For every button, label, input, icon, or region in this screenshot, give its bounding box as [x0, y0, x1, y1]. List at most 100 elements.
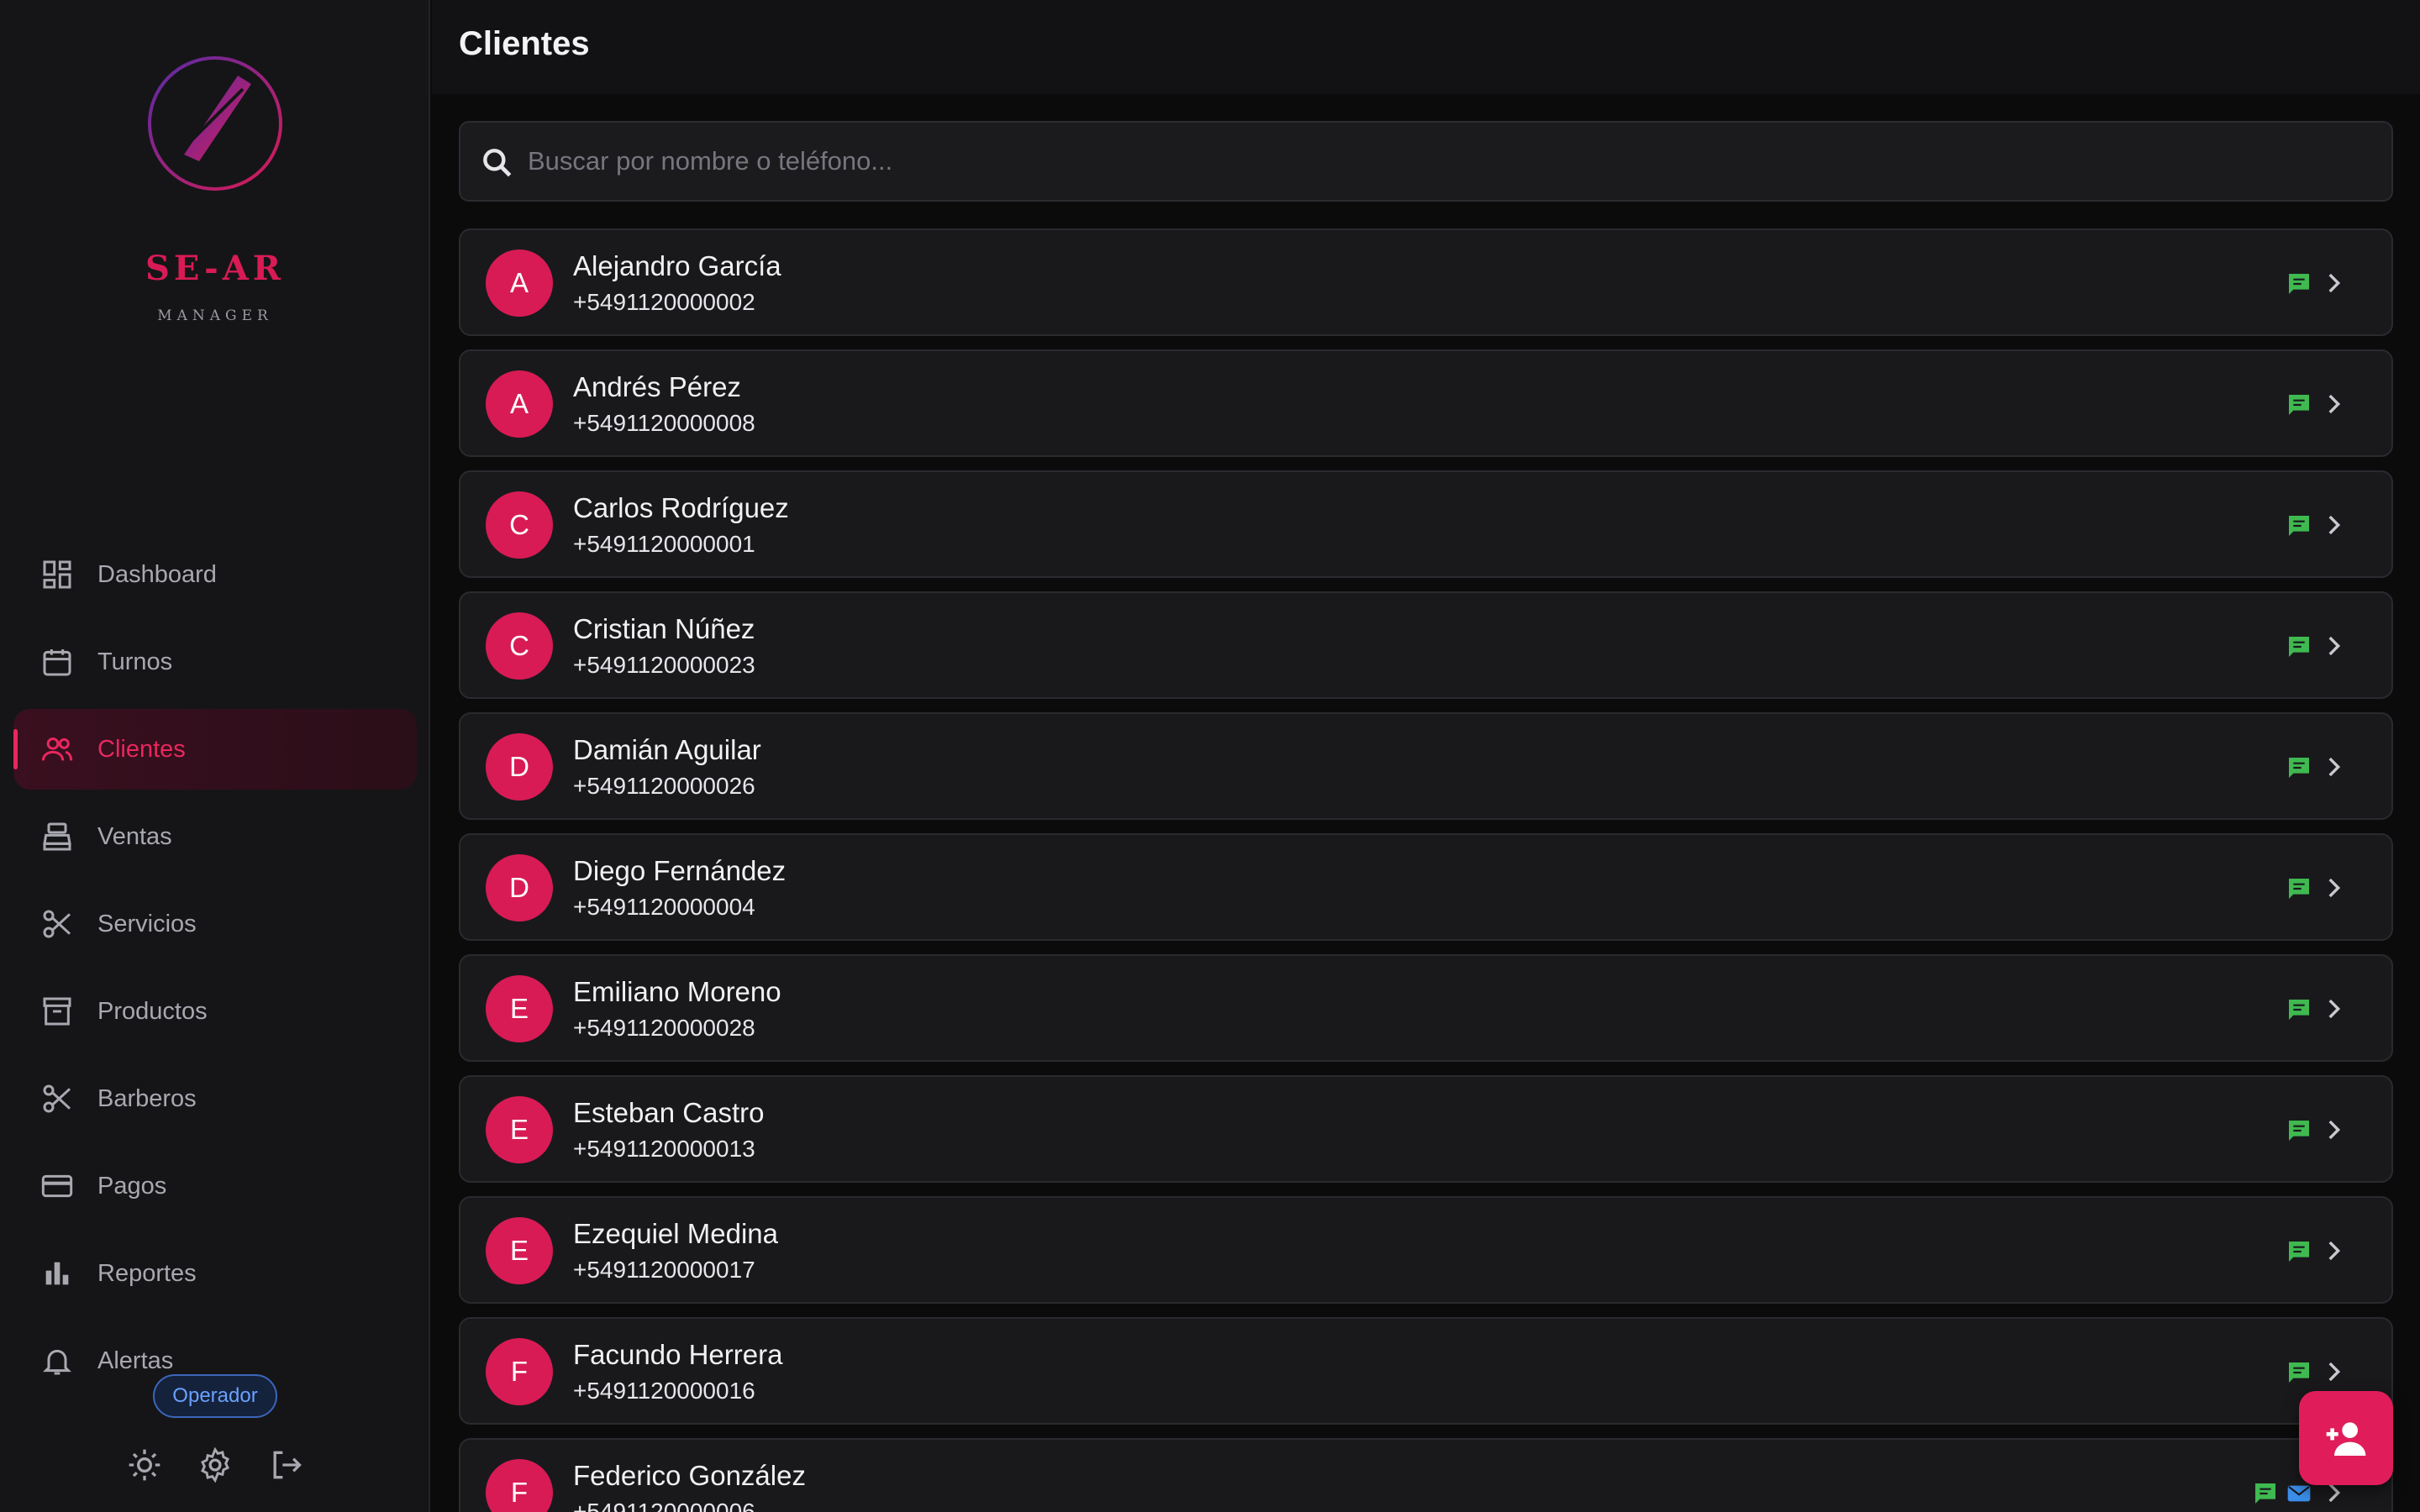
client-row[interactable]: F Federico González +5491120000006 [459, 1438, 2393, 1512]
whatsapp-message-icon[interactable] [2286, 875, 2312, 902]
client-name: Cristian Núñez [573, 613, 755, 644]
credit-card-icon [41, 1174, 73, 1198]
avatar: E [486, 975, 553, 1042]
search-bar [459, 121, 2393, 202]
sidebar-item-productos[interactable]: Productos [13, 971, 417, 1052]
chevron-right-icon [2328, 394, 2341, 414]
whatsapp-message-icon[interactable] [2286, 391, 2312, 418]
client-row[interactable]: D Diego Fernández +5491120000004 [459, 833, 2393, 941]
client-row[interactable]: A Alejandro García +5491120000002 [459, 228, 2393, 336]
client-name: Facundo Herrera [573, 1339, 783, 1370]
avatar: C [486, 612, 553, 680]
search-icon [483, 149, 512, 177]
chevron-right-icon [2328, 999, 2341, 1019]
avatar: A [486, 370, 553, 438]
sidebar-item-barberos[interactable]: Barberos [13, 1058, 417, 1139]
dashboard-icon [43, 560, 71, 589]
client-phone: +5491120000008 [573, 410, 755, 436]
sidebar-item-label: Dashboard [97, 561, 217, 588]
logo [148, 56, 282, 191]
avatar: A [486, 249, 553, 317]
bell-icon [43, 1349, 71, 1375]
avatar: F [486, 1459, 553, 1512]
client-phone: +5491120000017 [573, 1257, 755, 1283]
client-row[interactable]: F Facundo Herrera +5491120000016 [459, 1317, 2393, 1425]
avatar: D [486, 854, 553, 921]
cash-register-icon [43, 822, 71, 851]
brand-subtitle: MANAGER [157, 307, 273, 324]
client-row[interactable]: E Ezequiel Medina +5491120000017 [459, 1196, 2393, 1304]
client-row[interactable]: C Cristian Núñez +5491120000023 [459, 591, 2393, 699]
chevron-right-icon [2328, 273, 2341, 293]
whatsapp-message-icon[interactable] [2286, 1117, 2312, 1144]
whatsapp-message-icon[interactable] [2286, 633, 2312, 660]
client-name: Federico González [573, 1460, 806, 1491]
people-icon [41, 738, 73, 761]
sidebar-item-ventas[interactable]: Ventas [13, 796, 417, 877]
whatsapp-message-icon[interactable] [2286, 270, 2312, 297]
email-icon[interactable] [2286, 1480, 2312, 1507]
sidebar-item-pagos[interactable]: Pagos [13, 1146, 417, 1226]
whatsapp-message-icon[interactable] [2286, 1238, 2312, 1265]
client-name: Diego Fernández [573, 855, 786, 886]
sidebar-footer [126, 1446, 304, 1483]
avatar: E [486, 1096, 553, 1163]
whatsapp-message-icon[interactable] [2286, 1359, 2312, 1386]
scissors-icon [43, 910, 71, 938]
search-input[interactable] [528, 124, 2368, 198]
scissors-icon [43, 1084, 71, 1113]
sidebar-item-dashboard[interactable]: Dashboard [13, 534, 417, 615]
whatsapp-message-icon[interactable] [2286, 512, 2312, 539]
client-phone: +5491120000013 [573, 1136, 755, 1162]
client-name: Esteban Castro [573, 1097, 765, 1128]
sidebar-item-label: Barberos [97, 1085, 197, 1112]
chevron-right-icon [2328, 757, 2341, 777]
sidebar-item-label: Productos [97, 998, 208, 1025]
sidebar-item-label: Ventas [97, 823, 172, 850]
calendar-icon [43, 649, 71, 676]
brand-name: SE-AR [145, 249, 285, 288]
whatsapp-message-icon[interactable] [2286, 996, 2312, 1023]
sun-icon[interactable] [126, 1446, 163, 1483]
chevron-right-icon [2328, 1120, 2341, 1140]
client-name: Andrés Pérez [573, 371, 741, 402]
top-bar: Clientes [432, 0, 2420, 94]
client-phone: +5491120000001 [573, 531, 755, 557]
client-phone: +5491120000004 [573, 894, 755, 920]
client-phone: +5491120000028 [573, 1015, 755, 1041]
whatsapp-message-icon[interactable] [2286, 754, 2312, 781]
client-name: Damián Aguilar [573, 734, 761, 765]
sidebar-item-label: Servicios [97, 911, 197, 937]
avatar: F [486, 1338, 553, 1405]
add-client-button[interactable] [2299, 1391, 2393, 1485]
client-row[interactable]: D Damián Aguilar +5491120000026 [459, 712, 2393, 820]
chevron-right-icon [2328, 878, 2341, 898]
sidebar-item-reportes[interactable]: Reportes [13, 1233, 417, 1314]
sidebar-item-servicios[interactable]: Servicios [13, 884, 417, 964]
avatar: C [486, 491, 553, 559]
avatar: E [486, 1217, 553, 1284]
archive-box-icon [43, 997, 71, 1026]
client-row[interactable]: A Andrés Pérez +5491120000008 [459, 349, 2393, 457]
chevron-right-icon [2328, 515, 2341, 535]
sidebar: SE-AR MANAGER Dashboard Turnos Clientes … [0, 0, 430, 1512]
client-phone: +5491120000002 [573, 289, 755, 315]
role-badge: Operador [153, 1374, 277, 1418]
bar-chart-icon [45, 1262, 69, 1285]
sidebar-item-label: Reportes [97, 1260, 197, 1287]
client-phone: +5491120000023 [573, 652, 755, 678]
page-title: Clientes [459, 25, 590, 62]
client-row[interactable]: E Emiliano Moreno +5491120000028 [459, 954, 2393, 1062]
main-content: Clientes A Alejandro García +54911200000… [432, 0, 2420, 1512]
sidebar-item-label: Pagos [97, 1173, 167, 1200]
sidebar-item-turnos[interactable]: Turnos [13, 622, 417, 702]
client-row[interactable]: C Carlos Rodríguez +5491120000001 [459, 470, 2393, 578]
chevron-right-icon [2328, 1362, 2341, 1382]
sidebar-item-clientes[interactable]: Clientes [13, 709, 417, 790]
client-row[interactable]: E Esteban Castro +5491120000013 [459, 1075, 2393, 1183]
whatsapp-message-icon[interactable] [2252, 1480, 2279, 1507]
gear-icon[interactable] [197, 1446, 234, 1483]
client-name: Emiliano Moreno [573, 976, 781, 1007]
logout-icon[interactable] [267, 1446, 304, 1483]
sidebar-item-label: Turnos [97, 648, 173, 675]
